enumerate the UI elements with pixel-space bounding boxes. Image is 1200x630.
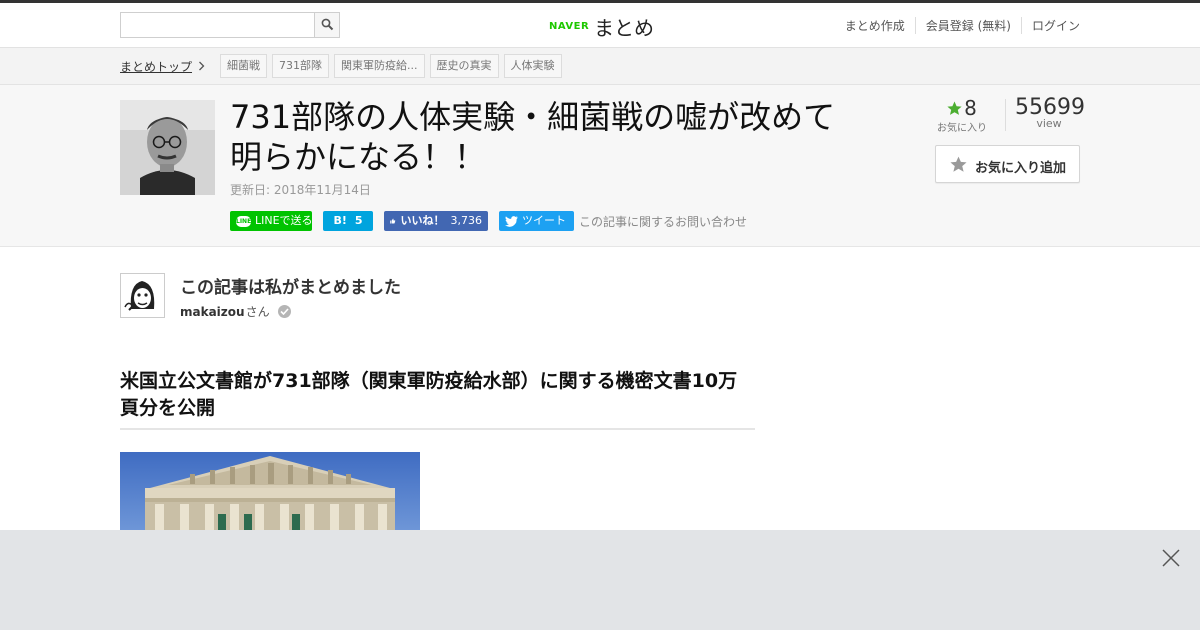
favorite-label: お気に入り (937, 123, 987, 134)
view-stat: 55699 view (1015, 95, 1085, 130)
share-buttons: LINE LINEで送る B! 5 いいね！ 3,736 ツイート この記事に関… (230, 211, 747, 231)
favorite-count-row: 8 (932, 96, 992, 120)
search-input[interactable] (121, 13, 315, 37)
hatena-count: 5 (354, 214, 363, 227)
logo-naver-text: NAVER (549, 21, 590, 32)
tweet-label: ツイート (522, 214, 566, 227)
chevron-right-icon (199, 61, 205, 71)
article-title: 731部隊の人体実験・細菌戦の嘘が改めて明らかになる！！ (230, 98, 836, 176)
facebook-like-label: いいね！ (400, 214, 445, 227)
national-archives-photo (120, 452, 420, 532)
author-heading: この記事は私がまとめました (180, 278, 401, 298)
ad-banner (0, 530, 1200, 630)
top-nav: まとめ作成 会員登録 (無料) ログイン (835, 17, 1080, 34)
article-thumbnail (120, 100, 215, 195)
ad-close-button[interactable] (1161, 548, 1181, 568)
author-name-row: makaizou さん (180, 303, 291, 320)
star-icon (947, 101, 962, 115)
line-icon: LINE (236, 215, 252, 227)
thumbs-up-icon (390, 218, 396, 224)
twitter-tweet-button[interactable]: ツイート (499, 211, 574, 231)
line-share-label: LINEで送る (255, 214, 313, 227)
article-header: 731部隊の人体実験・細菌戦の嘘が改めて明らかになる！！ 更新日: 2018年1… (0, 85, 1200, 247)
tag-list: 細菌戦 731部隊 関東軍防疫給... 歴史の真実 人体実験 (220, 54, 562, 78)
nav-create-matome[interactable]: まとめ作成 (835, 17, 915, 34)
breadcrumb-matome-top[interactable]: まとめトップ (120, 58, 192, 75)
search-box (120, 12, 340, 38)
top-header: NAVER まとめ まとめ作成 会員登録 (無料) ログイン (0, 0, 1200, 48)
add-favorite-label: お気に入り追加 (975, 161, 1067, 176)
tag-item[interactable]: 人体実験 (503, 54, 562, 78)
favorite-count: 8 (964, 96, 977, 120)
nav-register[interactable]: 会員登録 (無料) (914, 17, 1021, 34)
breadcrumb: まとめトップ 細菌戦 731部隊 関東軍防疫給... 歴史の真実 人体実験 (0, 48, 1200, 85)
favorite-stat: 8 お気に入り (932, 96, 992, 134)
facebook-like-count: 3,736 (450, 214, 483, 227)
twitter-bird-icon (505, 215, 518, 227)
nav-login[interactable]: ログイン (1020, 17, 1080, 34)
hatena-bookmark-button[interactable]: B! 5 (323, 211, 373, 231)
article-inquiry-link[interactable]: この記事に関するお問い合わせ (579, 213, 747, 230)
close-icon (1162, 549, 1180, 567)
updated-date: 更新日: 2018年11月14日 (230, 183, 371, 197)
line-share-button[interactable]: LINE LINEで送る (230, 211, 313, 231)
star-icon (950, 156, 967, 172)
tag-item[interactable]: 関東軍防疫給... (334, 54, 425, 78)
add-favorite-button[interactable]: お気に入り追加 (935, 145, 1080, 183)
logo-matome-text: まとめ (594, 16, 654, 40)
facebook-like-button[interactable]: いいね！ 3,736 (384, 211, 488, 231)
search-button[interactable] (314, 13, 339, 37)
tag-item[interactable]: 731部隊 (272, 54, 329, 78)
search-icon (321, 18, 334, 31)
author-suffix: さん (245, 305, 270, 319)
stat-divider (1005, 99, 1006, 131)
avatar[interactable] (120, 273, 165, 318)
tag-item[interactable]: 歴史の真実 (429, 54, 499, 78)
section-heading: 米国立公文書館が731部隊（関東軍防疫給水部）に関する機密文書10万頁分を公開 (120, 368, 755, 430)
tag-item[interactable]: 細菌戦 (220, 54, 267, 78)
author-name[interactable]: makaizou (180, 305, 245, 319)
verified-check-icon (277, 305, 291, 318)
hatena-icon: B! (333, 214, 347, 227)
